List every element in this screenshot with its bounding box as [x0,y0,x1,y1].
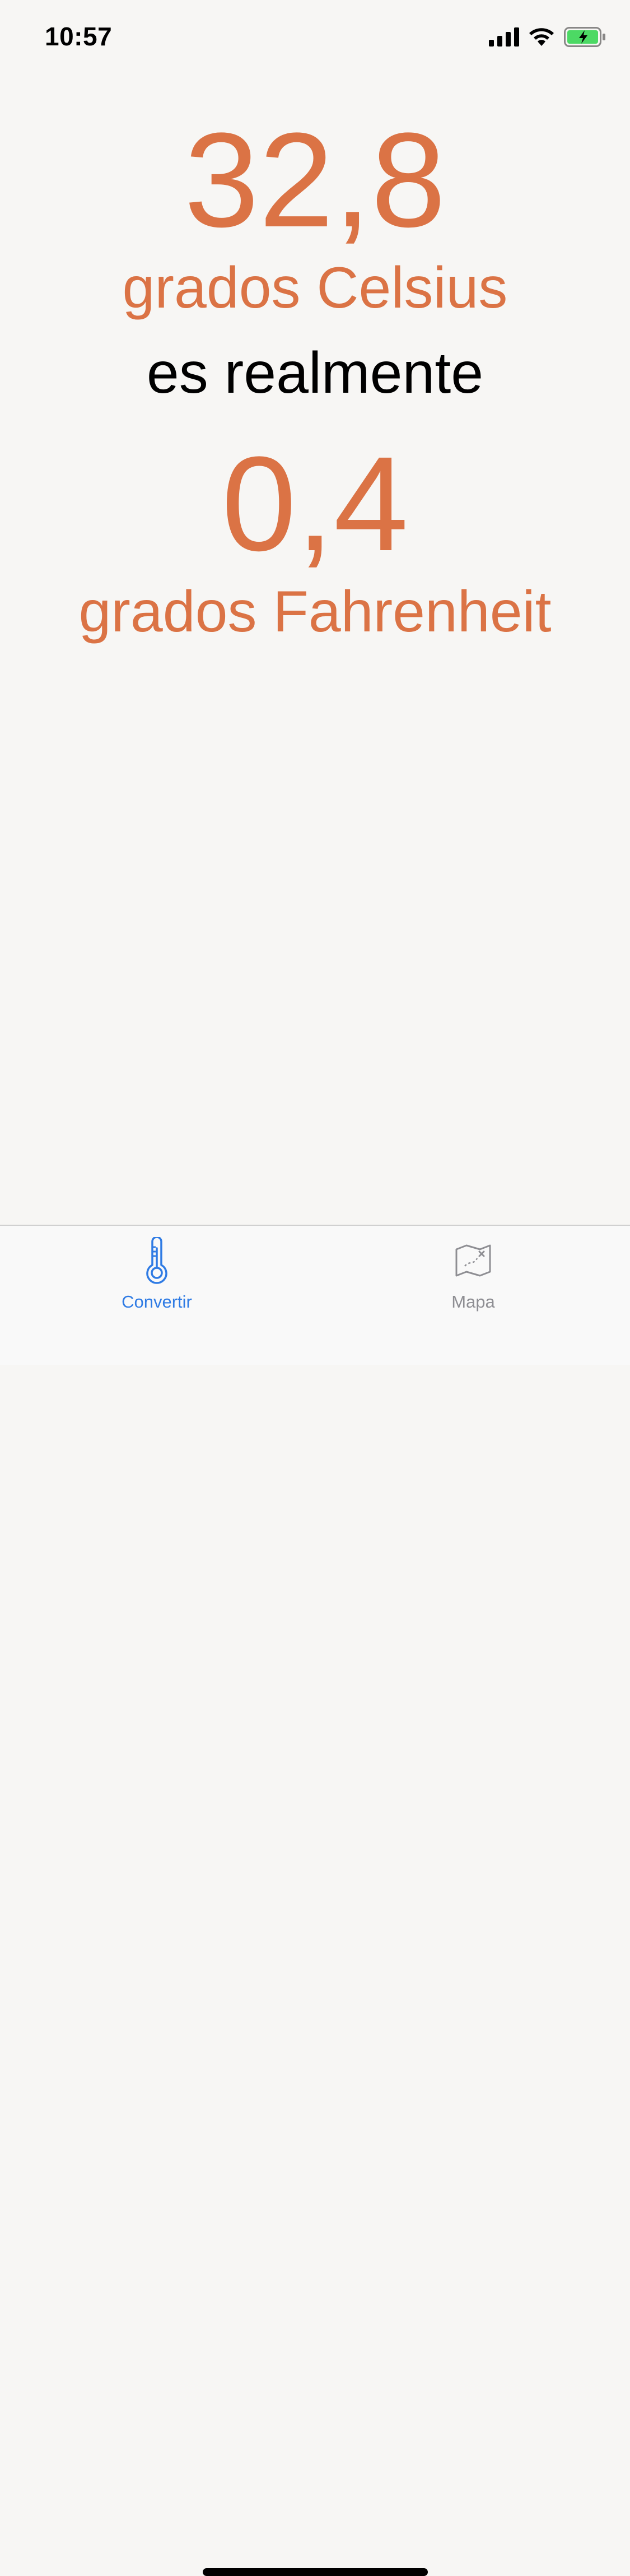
app-screen: 10:57 32,8 grados Celsius es realmente 0… [0,0,630,2576]
home-indicator [203,2568,428,2576]
thermometer-icon [78,1236,235,1284]
battery-charging-icon [564,26,606,50]
wifi-icon [528,27,555,50]
map-icon [395,1237,552,1284]
connector-text: es realmente [146,341,484,406]
celsius-unit-label: grados Celsius [122,255,508,320]
tab-mapa[interactable]: Mapa [395,1237,552,1327]
tab-bar: Convertir Mapa [0,1225,630,2576]
fahrenheit-value: 0,4 [221,429,409,579]
tab-convertir[interactable]: Convertir [78,1236,235,1327]
status-bar: 10:57 [0,0,630,74]
tab-mapa-label: Mapa [451,1292,495,1312]
fahrenheit-unit-label: grados Fahrenheit [78,579,552,644]
celsius-value: 32,8 [184,105,446,255]
status-icons [489,26,606,50]
status-time: 10:57 [45,22,113,51]
tab-convertir-label: Convertir [122,1292,192,1312]
cellular-signal-icon [489,27,519,49]
